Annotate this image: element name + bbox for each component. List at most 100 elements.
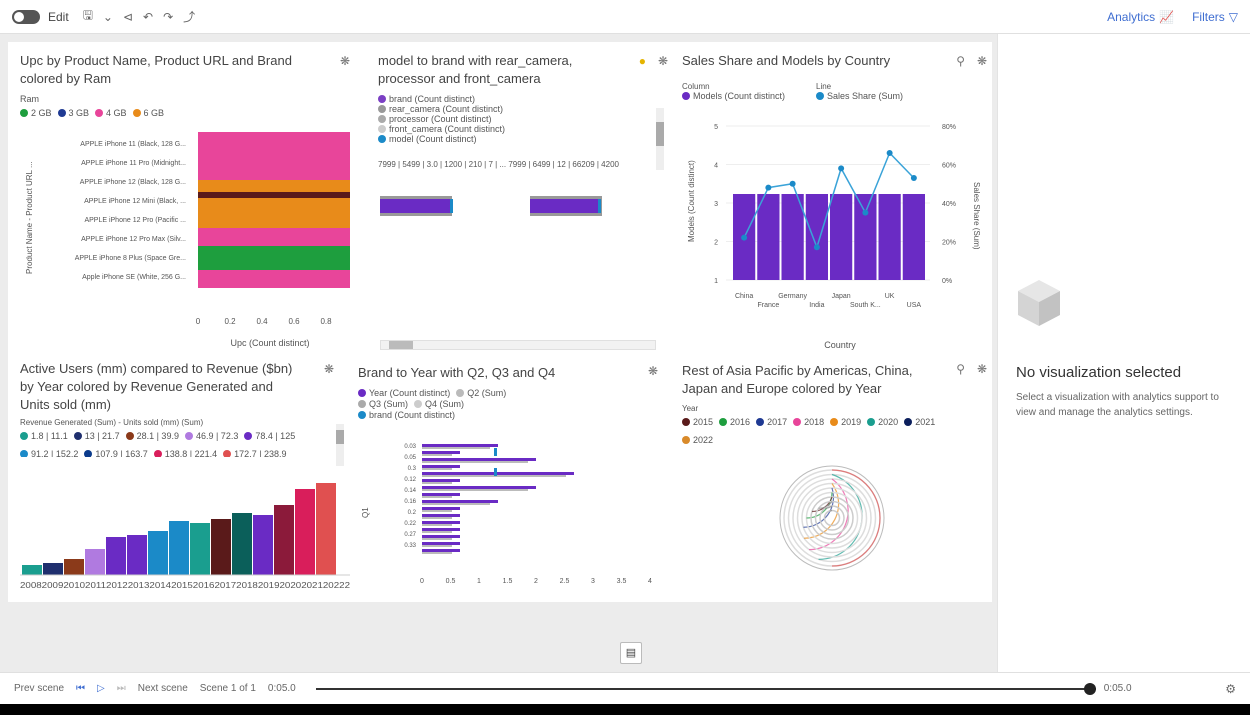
edit-toggle[interactable] <box>12 9 40 24</box>
cube-icon <box>1016 278 1062 333</box>
legend-label: rear_camera (Count distinct) <box>389 104 504 114</box>
y-tick: 0.33 <box>404 543 416 549</box>
skip-forward-icon[interactable]: ⏭ <box>117 683 126 694</box>
line-point <box>886 149 893 156</box>
analytics-side-panel: No visualization selected Select a visua… <box>997 34 1250 672</box>
layout-button[interactable]: ▤ <box>620 642 642 664</box>
viz-panel-model-brand[interactable]: model to brand with rear_camera, process… <box>378 52 668 352</box>
legend-item: Year (Count distinct) <box>358 388 450 398</box>
prev-scene-button[interactable]: Prev scene <box>14 683 64 694</box>
legend-item: model (Count distinct) <box>378 134 632 144</box>
legend-label: brand (Count distinct) <box>369 410 456 420</box>
bar <box>198 153 350 156</box>
row-label: Apple iPhone SE (White, 256 G... <box>82 274 186 281</box>
bar <box>198 264 350 267</box>
legend-item: 6 GB <box>132 108 164 118</box>
x-tick: 0.2 <box>224 317 236 326</box>
legend-label: 2 GB <box>31 108 52 118</box>
skip-back-icon[interactable]: ⏮ <box>76 683 85 694</box>
settings-icon[interactable]: ❋ <box>324 362 334 376</box>
bar <box>198 228 350 231</box>
redo-icon[interactable]: ↷ <box>163 10 173 24</box>
lightbulb-icon[interactable]: ⚲ <box>956 362 965 376</box>
legend-label: Models (Count distinct) <box>693 91 786 101</box>
timeline-slider[interactable] <box>315 682 1096 695</box>
legend-label: model (Count distinct) <box>389 134 477 144</box>
legend-scrollbar[interactable] <box>656 108 664 170</box>
viz-panel-brand-year[interactable]: Brand to Year with Q2, Q3 and Q4 ❋ Year … <box>358 360 658 600</box>
legend-label: brand (Count distinct) <box>389 94 476 104</box>
bar <box>422 510 452 512</box>
legend-item: Q4 (Sum) <box>414 399 464 409</box>
bar <box>198 147 350 150</box>
settings-icon[interactable]: ❋ <box>658 54 668 68</box>
legend-item: front_camera (Count distinct) <box>378 124 632 134</box>
bar <box>198 285 350 288</box>
save-icon[interactable]: 🖫 <box>83 6 93 27</box>
bar <box>169 521 189 575</box>
panel-title: No visualization selected <box>1016 364 1182 381</box>
dashboard-canvas: Upc by Product Name, Product URL and Bra… <box>8 42 992 602</box>
warning-icon[interactable]: ● <box>639 54 646 68</box>
viz-panel-rest-of-asia[interactable]: Rest of Asia Pacific by Americas, China,… <box>682 360 987 600</box>
settings-icon[interactable]: ❋ <box>648 364 658 378</box>
legend-swatch <box>756 418 765 426</box>
legend-item: 28.1 | 39.9 <box>125 431 179 441</box>
viz-panel-upc[interactable]: Upc by Product Name, Product URL and Bra… <box>20 52 350 352</box>
line-point <box>838 165 845 172</box>
filters-button[interactable]: Filters ▽ <box>1192 10 1238 24</box>
legend: 1.8 | 11.1 13 | 21.7 28.1 | 39.9 46.9 | 72.… <box>20 427 320 457</box>
line-point <box>862 209 869 216</box>
line-legend-title: Line <box>816 82 832 91</box>
bar <box>198 219 350 222</box>
legend-item: 138.8 | 221.4 <box>153 449 217 457</box>
y-tick: 0.3 <box>408 466 417 472</box>
bar-chart: Q1 0.03 0.05 0.3 0.12 0.14 0.16 0.2 0.22 0.27 0.3… <box>361 444 652 585</box>
settings-icon[interactable]: ⚙ <box>1225 682 1236 696</box>
lightbulb-icon[interactable]: ⚲ <box>956 54 965 68</box>
legend-scrollbar[interactable] <box>336 424 344 466</box>
legend-item: 46.9 | 72.3 <box>184 431 238 441</box>
legend-swatch <box>378 135 386 143</box>
x-tick: France <box>757 302 779 309</box>
bar <box>274 505 294 575</box>
legend: 2015 2016 2017 2018 2019 2020 2021 2022 <box>682 413 972 449</box>
legend-label: 2022 <box>693 435 714 445</box>
bar <box>198 222 350 225</box>
bar <box>198 186 350 189</box>
legend-swatch <box>358 411 366 419</box>
row-label: APPLE iPhone 8 Plus (Space Gre... <box>75 255 186 262</box>
horizontal-scrollbar[interactable] <box>380 340 656 350</box>
viz-panel-sales-share[interactable]: Sales Share and Models by Country ⚲ ❋ Co… <box>682 52 987 352</box>
settings-icon[interactable]: ❋ <box>977 362 987 376</box>
y-tick: 0.14 <box>404 488 416 494</box>
viz-panel-active-users[interactable]: Active Users (mm) compared to Revenue ($… <box>20 360 350 600</box>
x-tick: Germany <box>778 293 807 300</box>
settings-icon[interactable]: ❋ <box>977 54 987 68</box>
legend-swatch <box>57 109 66 117</box>
row-label: APPLE iPhone 11 (Black, 128 G... <box>80 141 186 148</box>
legend-item: 13 | 21.7 <box>73 431 120 441</box>
legend-label: Year (Count distinct) <box>369 388 451 398</box>
y-tick-right: 40% <box>942 201 956 208</box>
legend-label: 28.1 | 39.9 <box>136 431 179 441</box>
bar <box>316 483 336 575</box>
settings-icon[interactable]: ❋ <box>340 54 350 68</box>
slider-handle[interactable] <box>1083 682 1096 695</box>
analytics-button[interactable]: Analytics 📈 <box>1107 10 1174 24</box>
legend-title: Year <box>682 404 699 413</box>
x-tick: Japan <box>832 293 851 300</box>
play-icon[interactable]: ▷ <box>97 683 105 694</box>
chevron-down-icon[interactable]: ⌄ <box>103 10 113 24</box>
legend-swatch <box>73 432 82 440</box>
undo-icon[interactable]: ↶ <box>143 10 153 24</box>
y-tick: 0.22 <box>404 521 416 527</box>
bar <box>422 479 460 482</box>
pin-icon[interactable]: ⤴ <box>183 8 195 25</box>
screen-edge <box>0 704 1250 715</box>
share-icon[interactable]: ⊲ <box>123 10 133 24</box>
next-scene-button[interactable]: Next scene <box>138 683 188 694</box>
legend-swatch <box>358 389 366 397</box>
bar <box>198 201 350 204</box>
bar <box>422 535 460 538</box>
